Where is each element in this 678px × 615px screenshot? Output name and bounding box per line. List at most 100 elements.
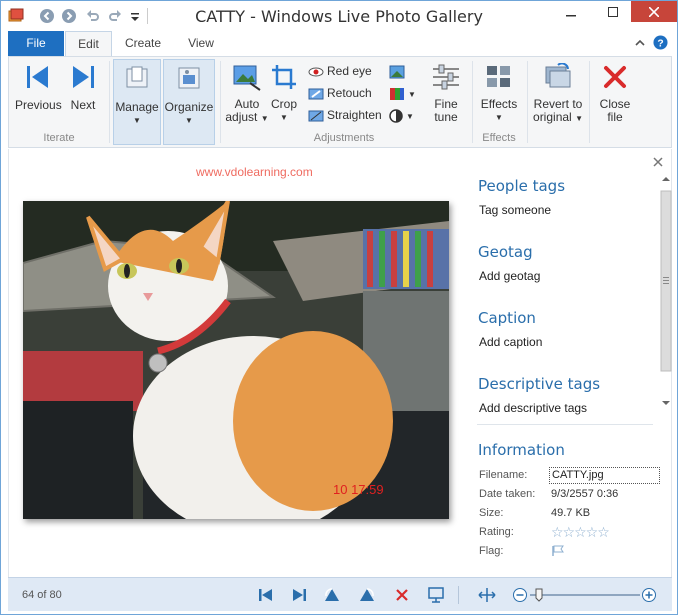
red-eye-label: Red eye [327,64,372,78]
auto-adjust-icon [233,65,261,91]
tab-file[interactable]: File [8,31,64,56]
zoom-in-button[interactable] [640,586,658,604]
cat-photo: 10 17:59 [23,201,449,519]
color-button[interactable]: ▼ [389,83,416,103]
revert-to-original-button[interactable]: Revert to original ▼ [531,62,585,125]
contrast-icon [389,109,403,123]
zoom-out-button[interactable] [511,586,529,604]
maximize-icon [608,6,618,17]
add-caption-link[interactable]: Add caption [479,335,542,349]
zoom-in-icon [642,588,656,602]
viewer-area: www.vdolearning.com 10 17:59 People tags… [8,149,672,577]
straighten-icon [308,110,324,122]
watermark-text: www.vdolearning.com [196,165,313,179]
close-window-button[interactable] [631,1,677,22]
effects-button[interactable]: Effects ▼ [477,63,521,124]
exposure-button[interactable] [389,61,408,81]
next-icon [73,66,94,88]
pane-scrollbar[interactable] [659,175,673,411]
descriptive-tags-heading: Descriptive tags [478,375,601,393]
dropdown-arrow-icon: ▼ [406,112,414,121]
iterate-group-label: Iterate [43,132,75,144]
slideshow-button[interactable] [427,586,445,604]
tag-someone-link[interactable]: Tag someone [479,203,551,217]
minimize-button[interactable] [557,1,585,22]
previous-button[interactable]: Previous [15,63,62,112]
rating-stars[interactable]: ☆☆☆☆☆ [551,524,610,541]
ribbon-separator [472,61,473,143]
rotate-right-icon [360,588,374,601]
close-file-label-2: file [607,110,623,124]
ribbon-separator [109,61,110,143]
fine-tune-label-2: tune [434,110,458,124]
size-label: Size: [479,507,504,519]
skip-forward-icon [293,589,306,601]
tab-view[interactable]: View [179,31,223,56]
manage-icon [126,66,148,88]
ribbon-tab-row: File Edit Create View ? [1,31,677,57]
rating-label: Rating: [479,526,514,538]
scroll-down-icon[interactable] [662,401,670,405]
filename-field[interactable]: CATTY.jpg [549,467,660,484]
dropdown-arrow-icon: ▼ [280,113,288,122]
zoom-out-icon [513,588,527,602]
ribbon-separator [220,61,221,143]
rotate-right-button[interactable] [358,586,376,604]
close-pane-icon[interactable] [653,157,663,167]
tab-edit[interactable]: Edit [65,31,112,57]
add-descriptive-tags-link[interactable]: Add descriptive tags [479,401,587,415]
contrast-button[interactable]: ▼ [389,105,414,125]
scroll-up-icon[interactable] [662,177,670,181]
tab-create[interactable]: Create [116,31,170,56]
delete-button[interactable] [393,586,411,604]
status-bar: 64 of 80 [8,577,672,611]
date-taken-value[interactable]: 9/3/2557 0:36 [551,488,618,500]
last-photo-button[interactable] [290,586,308,604]
dropdown-arrow-icon: ▼ [575,114,583,123]
next-label: Next [70,98,96,112]
auto-adjust-button[interactable]: Auto adjust ▼ [223,63,271,125]
straighten-button[interactable]: Straighten [308,105,382,125]
photo-preview[interactable]: 10 17:59 [23,201,449,519]
delete-icon [396,589,408,601]
retouch-icon [308,88,324,100]
geotag-heading: Geotag [478,243,533,261]
organize-button[interactable]: Organize ▼ [163,59,215,145]
revert-label-2: original ▼ [533,110,583,124]
svg-text:?: ? [657,38,663,49]
zoom-slider-thumb[interactable] [535,588,543,602]
rotate-left-button[interactable] [323,586,341,604]
help-icon[interactable]: ? [653,35,668,50]
straighten-label: Straighten [327,108,382,122]
information-heading: Information [478,441,565,459]
flag-icon[interactable] [551,545,565,557]
next-button[interactable]: Next [65,63,101,112]
close-file-button[interactable]: Close file [595,63,635,124]
organize-label: Organize [164,100,214,114]
dropdown-arrow-icon: ▼ [185,116,193,125]
manage-button[interactable]: Manage ▼ [113,59,161,145]
auto-adjust-label-2: adjust ▼ [225,110,269,124]
date-taken-label: Date taken: [479,488,536,500]
previous-icon [27,66,48,88]
crop-label: Crop [270,97,297,111]
filename-label: Filename: [479,469,528,481]
maximize-button[interactable] [599,1,627,22]
actual-size-button[interactable] [478,586,496,604]
red-eye-icon [308,67,324,77]
slideshow-icon [428,587,444,603]
previous-label: Previous [15,98,62,112]
crop-button[interactable]: Crop ▼ [267,63,301,124]
add-geotag-link[interactable]: Add geotag [479,269,540,283]
red-eye-button[interactable]: Red eye [308,61,372,81]
zoom-slider[interactable] [530,588,640,602]
revert-icon [545,62,571,88]
first-photo-button[interactable] [257,586,275,604]
app-window: CATTY - Windows Live Photo Gallery File … [0,0,678,615]
close-icon [649,6,659,17]
collapse-ribbon-icon[interactable] [634,37,646,49]
size-value: 49.7 KB [551,507,591,519]
fine-tune-button[interactable]: Fine tune [427,63,465,124]
adjustments-group-label: Adjustments [313,132,375,144]
retouch-button[interactable]: Retouch [308,83,372,103]
